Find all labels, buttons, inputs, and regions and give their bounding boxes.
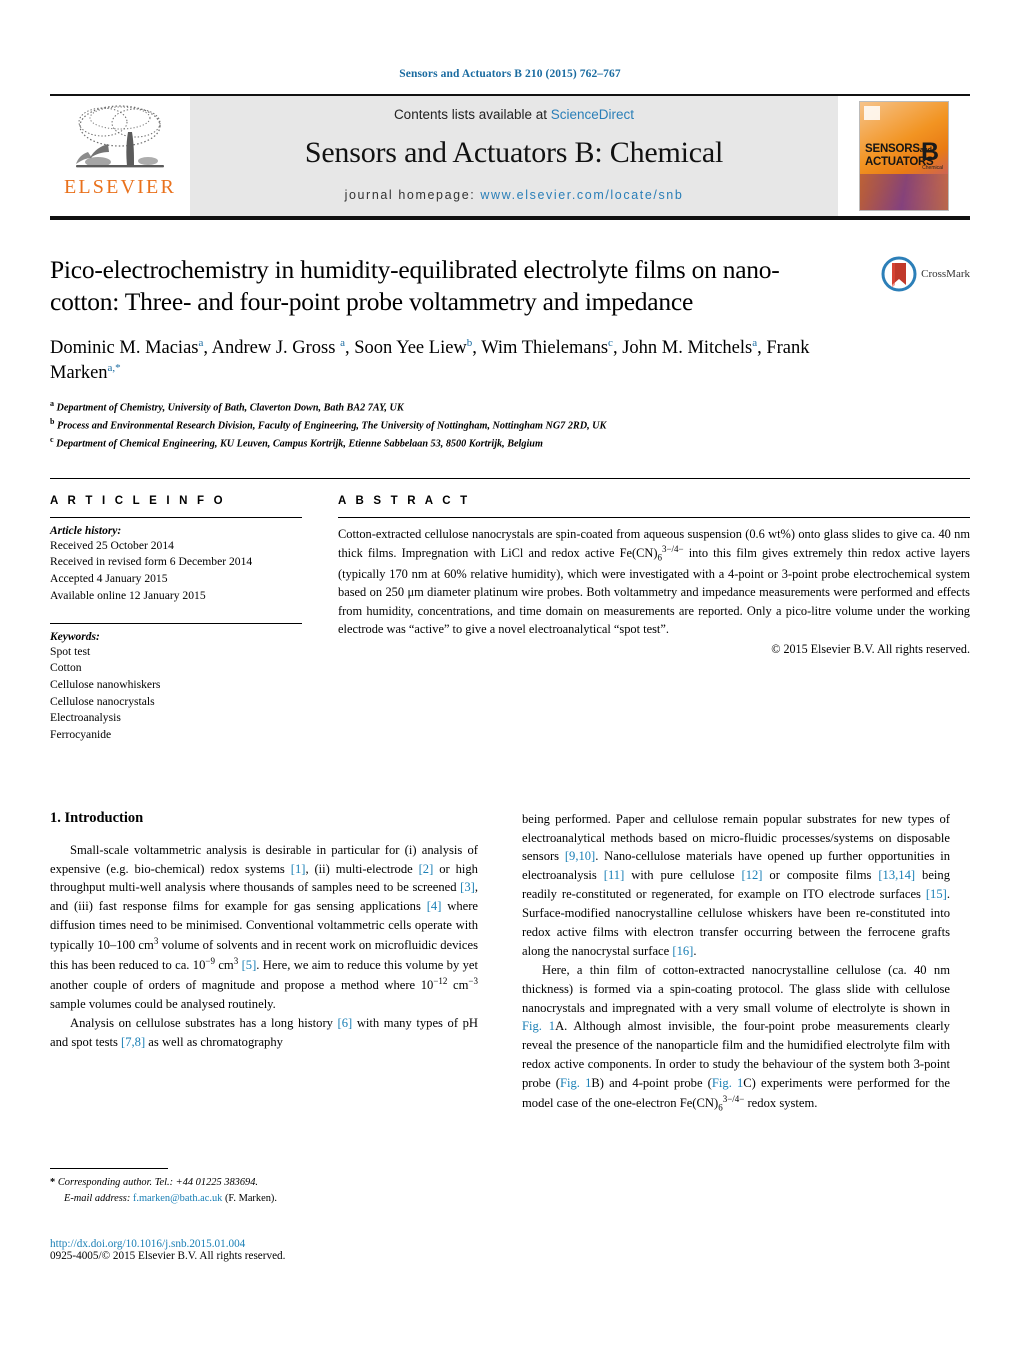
article-history-item: Accepted 4 January 2015 <box>50 572 168 586</box>
affiliation-list: a Department of Chemistry, University of… <box>50 398 970 452</box>
body-columns: 1. Introduction Small-scale voltammetric… <box>50 810 970 1116</box>
section-heading-introduction: 1. Introduction <box>50 809 144 826</box>
sciencedirect-link[interactable]: ScienceDirect <box>551 107 634 122</box>
footnote-rule <box>50 1168 168 1169</box>
journal-cover-cell: SENSORSand ACTUATORS B Chemical <box>838 96 970 216</box>
affiliation-item: c Department of Chemical Engineering, KU… <box>50 434 970 452</box>
affiliation-mark: c <box>50 434 54 444</box>
affiliation-mark: a <box>50 399 54 409</box>
title-block: CrossMark Pico-electrochemistry in humid… <box>50 254 970 452</box>
contents-available-line: Contents lists available at ScienceDirec… <box>394 107 634 122</box>
intro-paragraph: Small-scale voltammetric analysis is des… <box>50 842 479 1012</box>
keywords-rule-top <box>50 622 302 624</box>
footnote-block: * Corresponding author. Tel.: +44 01225 … <box>50 1168 478 1206</box>
abstract-heading: A B S T R A C T <box>338 494 471 507</box>
masthead-bottom-rule <box>50 216 970 220</box>
affiliation-text: Department of Chemistry, University of B… <box>56 402 404 414</box>
article-page: Sensors and Actuators B 210 (2015) 762–7… <box>0 0 1020 1351</box>
elsevier-logo: ELSEVIER <box>50 96 190 216</box>
affiliation-text: Department of Chemical Engineering, KU L… <box>56 438 543 450</box>
body-column-right: being performed. Paper and cellulose rem… <box>522 810 950 1116</box>
abstract-rule-top <box>338 516 970 518</box>
journal-homepage-line: journal homepage: www.elsevier.com/locat… <box>345 188 684 202</box>
corresponding-author-note: * Corresponding author. Tel.: +44 01225 … <box>50 1177 259 1188</box>
article-info-column: A R T I C L E I N F O Article history: R… <box>50 479 302 744</box>
keyword-item: Electroanalysis <box>50 711 121 725</box>
keyword-item: Ferrocyanide <box>50 727 112 741</box>
keyword-item: Cellulose nanocrystals <box>50 694 155 708</box>
running-head: Sensors and Actuators B 210 (2015) 762–7… <box>399 68 621 80</box>
cover-elsevier-mini-icon <box>864 106 880 120</box>
elsevier-tree-icon <box>76 105 164 168</box>
article-info-rule-top <box>50 516 302 518</box>
author-list: Dominic M. Maciasa, Andrew J. Gross a, S… <box>50 337 810 384</box>
keyword-item: Cotton <box>50 661 82 675</box>
keywords-block: Keywords: Spot test Cotton Cellulose nan… <box>50 622 302 744</box>
article-history-title: Article history: <box>50 524 122 537</box>
crossmark-badge[interactable]: CrossMark <box>881 256 970 292</box>
homepage-label: journal homepage: <box>344 187 476 202</box>
abstract-column: A B S T R A C T Cotton-extracted cellulo… <box>338 479 970 744</box>
abstract-body: Cotton-extracted cellulose nanocrystals … <box>338 526 970 637</box>
crossmark-label: CrossMark <box>921 268 970 280</box>
keyword-item: Cellulose nanowhiskers <box>50 677 161 691</box>
body-column-left: 1. Introduction Small-scale voltammetric… <box>50 810 478 1116</box>
journal-masthead: ELSEVIER Contents lists available at Sci… <box>50 94 970 216</box>
affiliation-item: b Process and Environmental Research Div… <box>50 416 970 434</box>
contents-prefix: Contents lists available at <box>393 106 551 122</box>
article-history-item: Received 25 October 2014 <box>50 538 174 552</box>
journal-title: Sensors and Actuators B: Chemical <box>304 135 724 169</box>
info-abstract-section: A R T I C L E I N F O Article history: R… <box>50 477 970 744</box>
abstract-copyright: © 2015 Elsevier B.V. All rights reserved… <box>771 641 970 656</box>
affiliation-mark: b <box>50 417 55 427</box>
cover-series-sublabel: Chemical <box>922 165 943 171</box>
intro-paragraph: Here, a thin film of cotton-extracted na… <box>522 962 950 1113</box>
journal-cover-image: SENSORSand ACTUATORS B Chemical <box>859 101 949 211</box>
affiliation-text: Process and Environmental Research Divis… <box>57 420 607 432</box>
homepage-url-link[interactable]: www.elsevier.com/locate/snb <box>480 188 683 202</box>
crossmark-icon <box>881 256 917 292</box>
corresponding-email-note: E-mail address: f.marken@bath.ac.uk (F. … <box>64 1192 277 1204</box>
doi-link[interactable]: http://dx.doi.org/10.1016/j.snb.2015.01.… <box>50 1238 500 1250</box>
keywords-title: Keywords: <box>50 630 100 643</box>
intro-paragraph: Analysis on cellulose substrates has a l… <box>50 1016 478 1050</box>
cover-sensors-word: SENSORS <box>865 143 920 155</box>
cover-series-letter: B <box>920 138 939 166</box>
article-history-item: Available online 12 January 2015 <box>50 588 206 602</box>
issn-copyright-line: 0925-4005/© 2015 Elsevier B.V. All right… <box>50 1250 286 1262</box>
intro-paragraph: being performed. Paper and cellulose rem… <box>522 811 950 958</box>
article-info-heading: A R T I C L E I N F O <box>50 494 226 507</box>
journal-banner: Contents lists available at ScienceDirec… <box>190 96 838 216</box>
affiliation-item: a Department of Chemistry, University of… <box>50 398 970 416</box>
keyword-item: Spot test <box>50 644 91 658</box>
footer-doi-block: http://dx.doi.org/10.1016/j.snb.2015.01.… <box>50 1238 500 1262</box>
cover-gradient-decoration <box>860 174 948 210</box>
elsevier-wordmark: ELSEVIER <box>63 176 177 198</box>
article-history-item: Received in revised form 6 December 2014 <box>50 555 253 569</box>
page-title: Pico-electrochemistry in humidity-equili… <box>50 255 780 317</box>
